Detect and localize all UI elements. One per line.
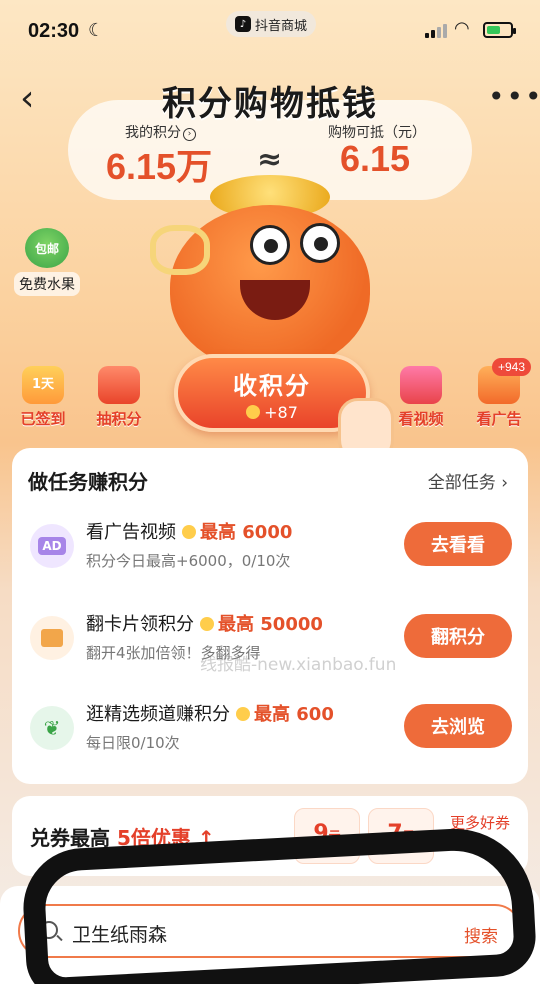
ad-icon: AD [30,524,74,568]
battery-icon [483,22,516,38]
signed-in-button[interactable]: 1天 已签到 [8,366,78,429]
mascot-mouth [240,280,310,320]
coin-icon [200,617,214,631]
sprout-icon: ❦ [30,706,74,750]
slot-machine-icon [98,366,140,404]
watch-video-label: 看视频 [398,410,444,428]
go-watch-button[interactable]: 去看看 [404,522,512,566]
deductible-value: 6.15 [340,138,411,179]
coin-icon [182,525,196,539]
task-name: 逛精选频道赚积分 最高 600 [86,704,334,725]
wifi-icon: ◠ [454,18,470,39]
task-subtitle: 每日限0/10次 [86,734,180,752]
mascot-eye [300,223,340,263]
tree-icon: 包邮 [25,228,69,268]
coupon-title: 兑券最高 5倍优惠 ↑ [30,826,215,850]
chevron-right-icon: › [501,473,508,493]
chevron-right-icon: › [471,837,489,855]
search-button[interactable]: 搜索 [464,922,498,947]
approx-symbol: ≈ [257,142,283,177]
calendar-icon: 1天 [22,366,64,404]
task-max: 最高 50000 [200,614,323,635]
task-row: AD 看广告视频 最高 6000 积分今日最高+6000，0/10次 去看看 [12,514,528,594]
tasks-card: 做任务赚积分 全部任务 › AD 看广告视频 最高 6000 积分今日最高+600… [12,448,528,784]
search-input[interactable]: 卫生纸雨森 [72,920,167,947]
coin-icon [246,405,261,419]
coupon-item[interactable]: 9元 [294,808,360,864]
task-row: ❦ 逛精选频道赚积分 最高 600 每日限0/10次 去浏览 [12,696,528,776]
task-max: 最高 6000 [182,522,292,543]
mascot-coin-bag-image [150,175,390,370]
watermark: 线报酷-new.xianbao.fun [200,655,397,675]
tasks-title: 做任务赚积分 [28,470,148,494]
status-time: 02:30 [28,20,80,42]
video-play-icon [400,366,442,404]
coupon-item[interactable]: 7元 [368,808,434,864]
task-name: 看广告视频 最高 6000 [86,522,293,543]
draw-points-label: 抽积分 [96,410,142,428]
task-subtitle: 积分今日最高+6000，0/10次 [86,552,291,570]
douyin-logo-icon: ♪ [234,16,251,32]
go-browse-button[interactable]: 去浏览 [404,704,512,748]
watch-video-button[interactable]: 看视频 [386,366,456,429]
task-name: 翻卡片领积分 最高 50000 [86,614,323,635]
page-title: 积分购物抵钱 [162,84,378,124]
app-name: 抖音商城 [254,18,307,34]
search-icon [40,921,58,939]
coupon-card[interactable]: 兑券最高 5倍优惠 ↑ 9元 7元 更多好券 › [12,796,528,876]
cards-icon [30,616,74,660]
signal-icon [425,24,447,38]
ads-points-badge: +943 [492,358,532,376]
mascot-eye [250,225,290,265]
signed-in-label: 已签到 [20,410,66,428]
app-indicator-pill[interactable]: ♪ 抖音商城 [226,11,316,37]
more-coupons-link[interactable]: 更多好券 › [442,812,518,855]
free-fruit-entry[interactable]: 包邮 免费水果 [14,228,80,296]
draw-points-button[interactable]: 抽积分 [84,366,154,429]
flip-points-button[interactable]: 翻积分 [404,614,512,658]
coin-icon [236,707,250,721]
arrow-up-icon: ↑ [197,826,215,850]
all-tasks-link[interactable]: 全部任务 › [428,468,508,493]
moon-icon: ☾ [88,20,105,41]
status-bar: 02:30 ☾ ♪ 抖音商城 ◠ [0,0,540,60]
collect-points-label: 收积分 [233,372,311,400]
rope-knot [150,225,210,275]
search-bar[interactable]: 卫生纸雨森 搜索 [18,904,522,958]
free-fruit-label: 免费水果 [14,272,80,296]
watch-ads-label: 看广告 [476,410,522,428]
task-max: 最高 600 [236,704,334,725]
